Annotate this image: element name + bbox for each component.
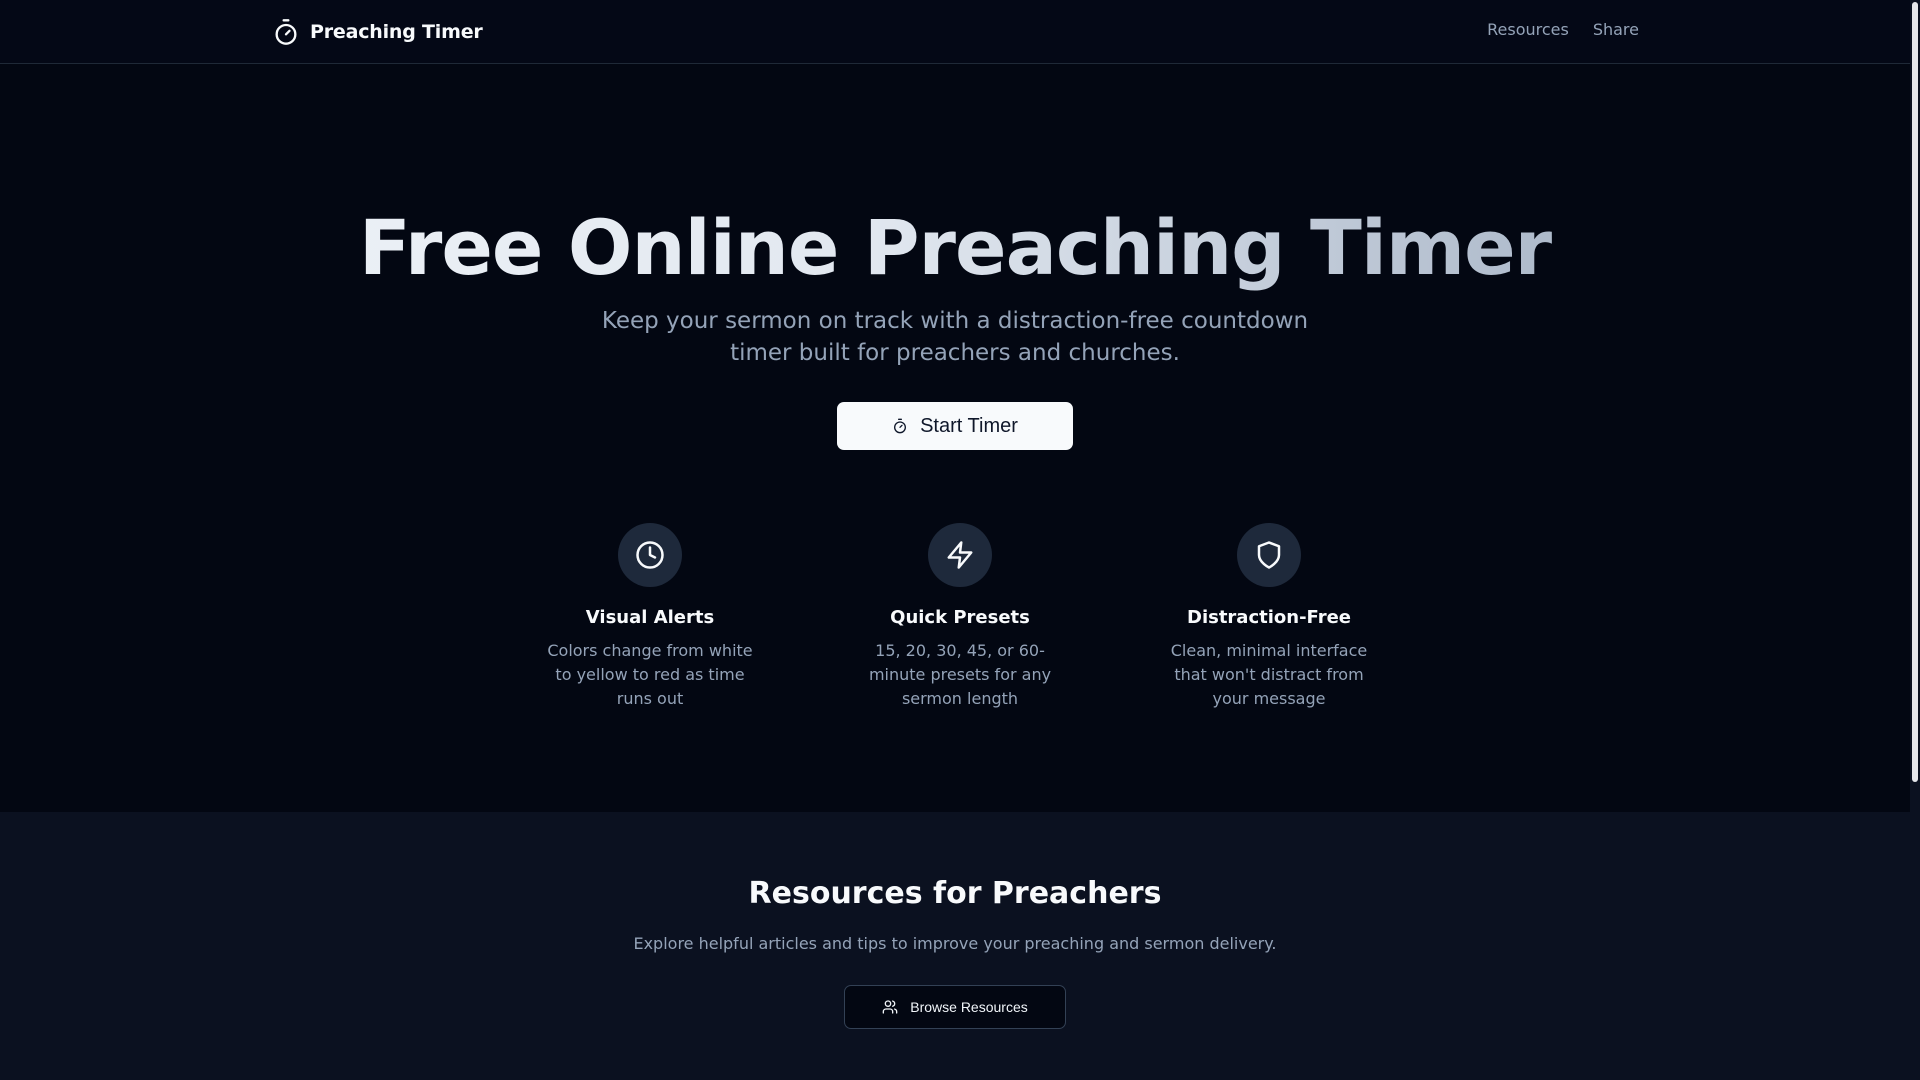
feature-title: Visual Alerts bbox=[585, 607, 715, 628]
feature-icon-circle bbox=[1237, 523, 1301, 587]
browse-resources-button[interactable]: Browse Resources bbox=[844, 985, 1066, 1029]
hero-subtitle: Keep your sermon on track with a distrac… bbox=[601, 308, 1309, 366]
resources-section: Resources for Preachers Explore helpful … bbox=[0, 812, 1910, 1080]
feature-visual-alerts: Visual Alerts Colors change from white t… bbox=[530, 523, 770, 711]
feature-icon-circle bbox=[928, 523, 992, 587]
clock-icon bbox=[636, 541, 664, 569]
brand-name: Preaching Timer bbox=[310, 21, 483, 43]
hero-section: Free Online Preaching Timer Keep your se… bbox=[0, 65, 1910, 812]
brand-link[interactable]: Preaching Timer bbox=[272, 17, 483, 47]
stopwatch-icon bbox=[275, 19, 297, 45]
top-nav: Resources Share bbox=[1487, 20, 1639, 39]
start-timer-label: Start Timer bbox=[920, 414, 1018, 437]
site-header: Preaching Timer Resources Share bbox=[0, 0, 1910, 64]
nav-link-share[interactable]: Share bbox=[1593, 20, 1639, 39]
resources-title: Resources for Preachers bbox=[748, 876, 1162, 911]
feature-icon-circle bbox=[618, 523, 682, 587]
resources-subtitle: Explore helpful articles and tips to imp… bbox=[633, 934, 1277, 953]
users-icon bbox=[882, 1000, 898, 1014]
feature-title: Quick Presets bbox=[890, 607, 1030, 628]
feature-quick-presets: Quick Presets 15, 20, 30, 45, or 60-minu… bbox=[840, 523, 1080, 711]
stopwatch-icon bbox=[894, 418, 907, 434]
feature-description: 15, 20, 30, 45, or 60-minute presets for… bbox=[868, 641, 1052, 708]
start-timer-button[interactable]: Start Timer bbox=[837, 402, 1073, 450]
scrollbar-thumb[interactable] bbox=[1912, 2, 1918, 782]
hero-title: Free Online Preaching Timer bbox=[0, 203, 1910, 293]
feature-description: Colors change from white to yellow to re… bbox=[547, 641, 753, 708]
feature-distraction-free: Distraction-Free Clean, minimal interfac… bbox=[1149, 523, 1389, 711]
nav-link-resources[interactable]: Resources bbox=[1487, 20, 1569, 39]
browse-resources-label: Browse Resources bbox=[910, 999, 1028, 1015]
shield-icon bbox=[1257, 541, 1281, 569]
feature-description: Clean, minimal interface that won't dist… bbox=[1170, 641, 1368, 708]
feature-title: Distraction-Free bbox=[1187, 607, 1351, 628]
page: Preaching Timer Resources Share Free Onl… bbox=[0, 0, 1910, 1080]
lightning-icon bbox=[947, 541, 973, 569]
page-scrollbar[interactable] bbox=[1910, 0, 1920, 1080]
